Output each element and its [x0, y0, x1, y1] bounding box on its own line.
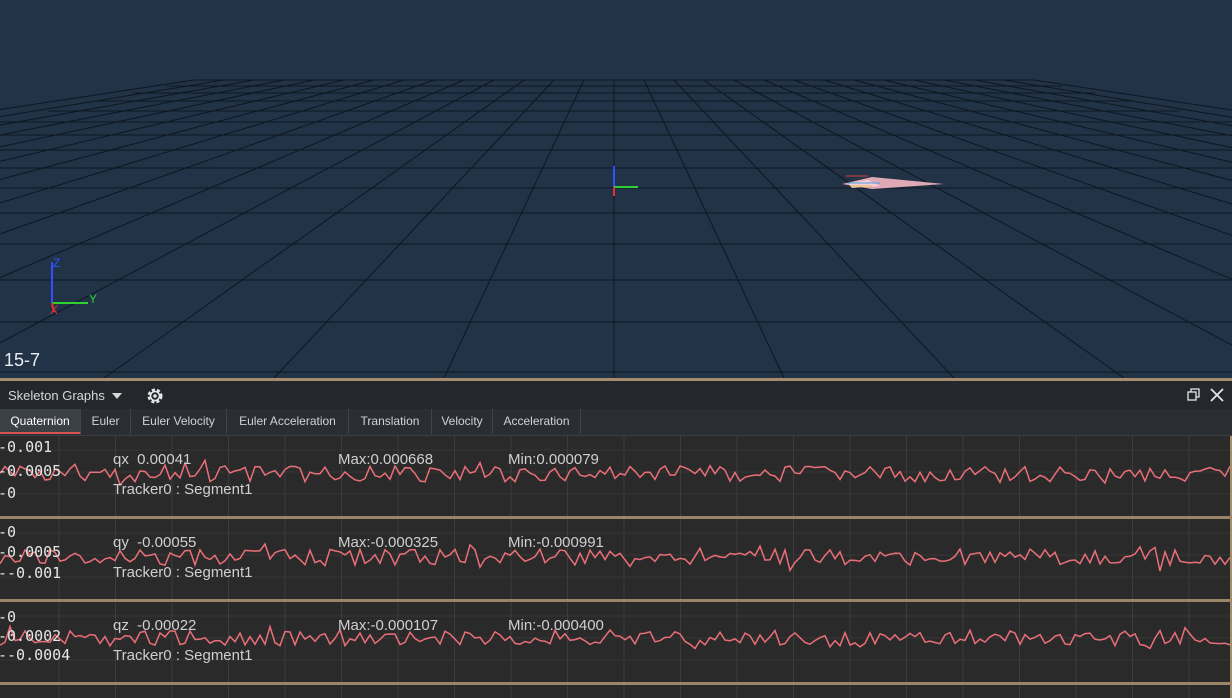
tab-velocity[interactable]: Velocity: [432, 409, 493, 434]
close-icon[interactable]: [1209, 387, 1225, 403]
graph-plot: [0, 436, 1230, 516]
y-tick-label: --0.001: [0, 564, 62, 582]
y-tick-label: -0.0005: [0, 462, 62, 480]
channel-value: qx 0.00041: [113, 451, 192, 468]
restore-window-icon[interactable]: [1186, 387, 1202, 403]
source-label: Tracker0 : Segment1: [113, 481, 253, 498]
y-tick-label: -0.0002: [0, 627, 62, 645]
tab-quaternion[interactable]: Quaternion: [0, 409, 81, 434]
rigid-body-marker[interactable]: [842, 175, 944, 189]
min-value: Min:-0.000400: [508, 617, 604, 634]
axis-label-x: X: [50, 303, 59, 317]
graph-qz[interactable]: -0 -0.0002 --0.0004 qz -0.00022 Max:-0.0…: [0, 602, 1232, 682]
graph-plot: [0, 602, 1230, 682]
frame-counter: 15-7: [4, 350, 41, 370]
3d-viewport[interactable]: Z Y X 15-7: [0, 0, 1232, 378]
tab-translation[interactable]: Translation: [349, 409, 432, 434]
y-tick-label: -0.001: [0, 438, 53, 456]
min-value: Min:-0.000991: [508, 534, 604, 551]
panel-header: Skeleton Graphs: [0, 381, 1232, 409]
chevron-down-icon[interactable]: [112, 393, 122, 399]
graph-qy[interactable]: -0 -0.0005 --0.001 qy -0.00055 Max:-0.00…: [0, 519, 1232, 599]
y-tick-label: -0: [0, 608, 17, 626]
source-label: Tracker0 : Segment1: [113, 647, 253, 664]
y-tick-label: -0.0005: [0, 543, 62, 561]
y-tick-label: --0.0004: [0, 646, 71, 664]
y-tick-label: -0: [0, 484, 17, 502]
y-tick-label: -0: [0, 523, 17, 541]
channel-value: qz -0.00022: [113, 617, 197, 634]
origin-axes-marker: [613, 166, 638, 196]
tab-euler-acceleration[interactable]: Euler Acceleration: [227, 409, 349, 434]
min-value: Min:0.000079: [508, 451, 599, 468]
tab-euler[interactable]: Euler: [81, 409, 131, 434]
gear-icon[interactable]: [146, 387, 164, 405]
graph-next-partial: [0, 685, 1232, 698]
graph-qx[interactable]: -0.001 -0.0005 -0 qx 0.00041 Max:0.00066…: [0, 436, 1232, 516]
max-value: Max:-0.000325: [338, 534, 439, 551]
source-label: Tracker0 : Segment1: [113, 564, 253, 581]
axis-label-y: Y: [89, 292, 98, 306]
max-value: Max:0.000668: [338, 451, 434, 468]
tab-acceleration[interactable]: Acceleration: [493, 409, 581, 434]
graph-type-tabs: Quaternion Euler Euler Velocity Euler Ac…: [0, 409, 1232, 436]
max-value: Max:-0.000107: [338, 617, 439, 634]
axis-label-z: Z: [53, 256, 61, 270]
tab-euler-velocity[interactable]: Euler Velocity: [131, 409, 227, 434]
viewport-overlay: [51, 166, 944, 313]
channel-value: qy -0.00055: [113, 534, 197, 551]
graph-plot: [0, 519, 1230, 599]
panel-title[interactable]: Skeleton Graphs: [8, 388, 105, 403]
